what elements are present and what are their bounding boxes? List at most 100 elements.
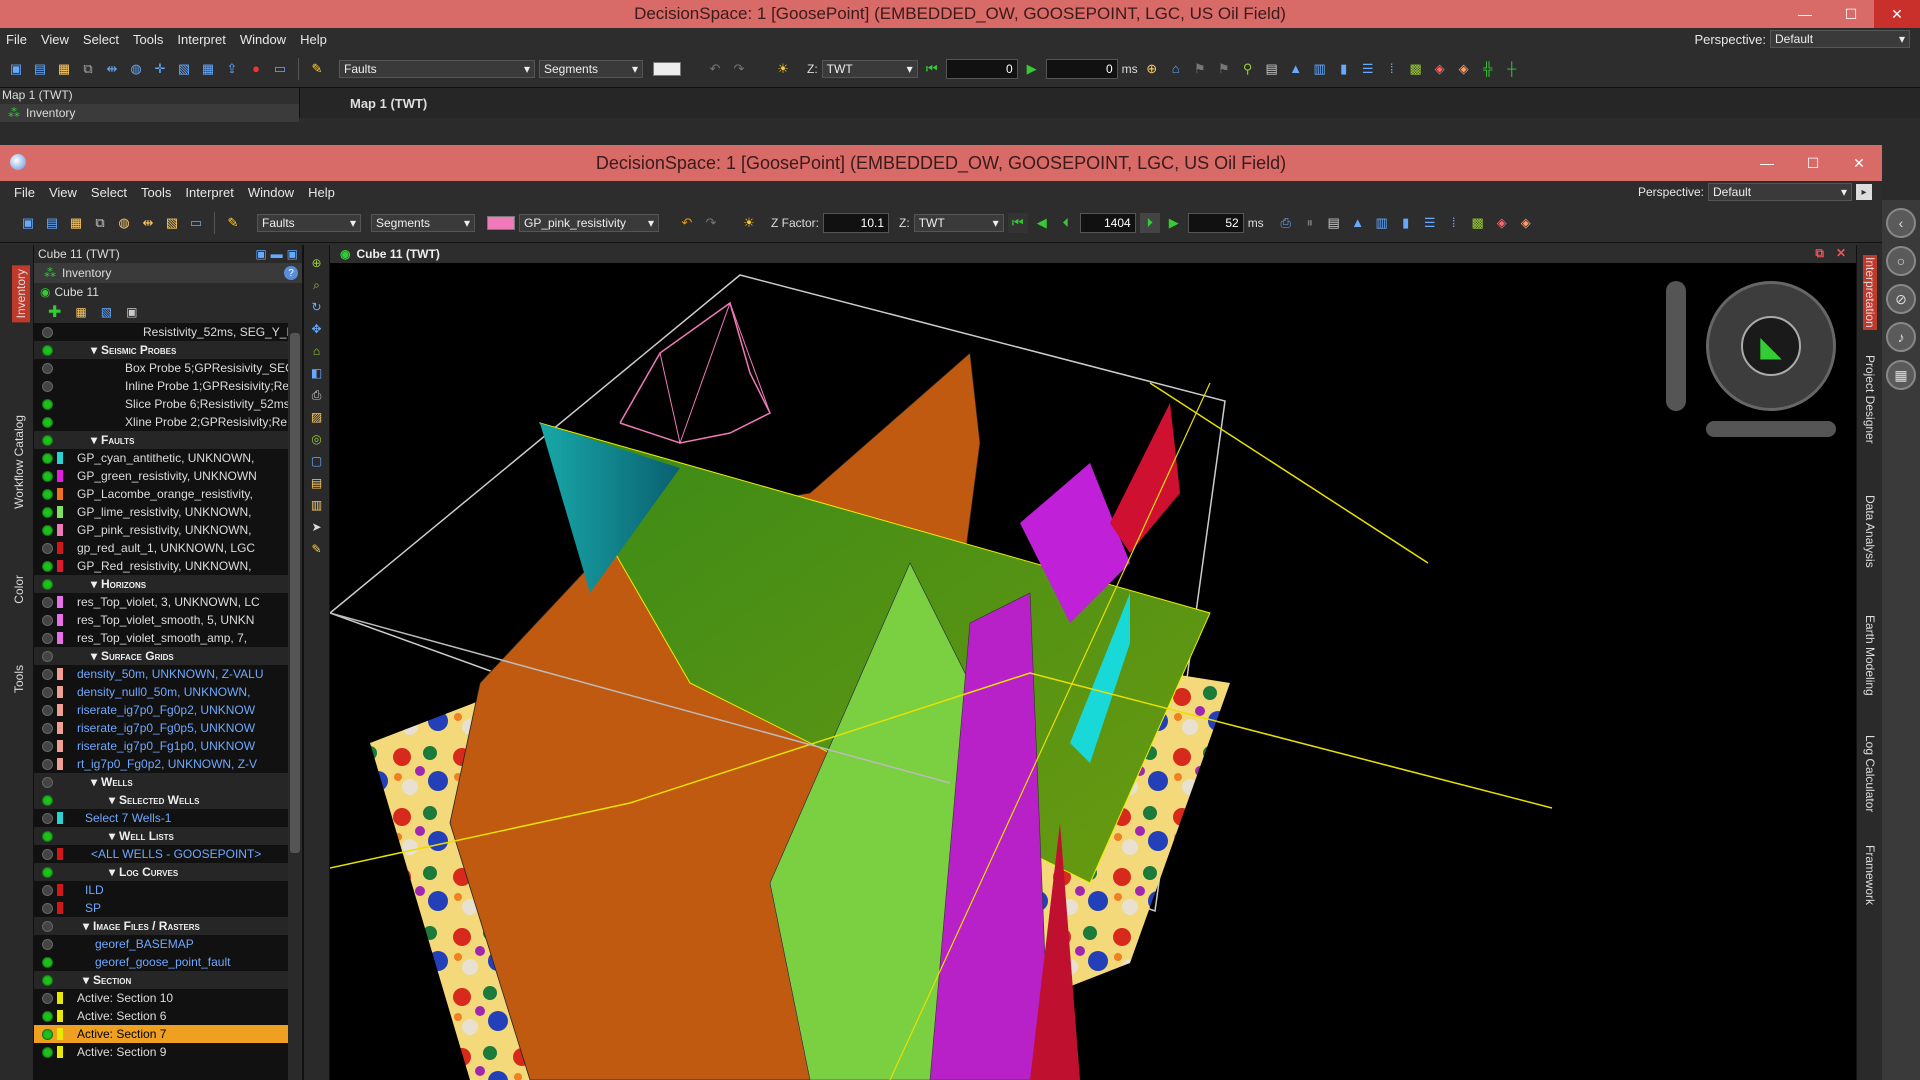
visibility-toggle-icon[interactable] (42, 884, 53, 896)
sun-icon[interactable]: ☀ (739, 213, 759, 233)
export-icon[interactable]: ⇪ (222, 59, 242, 79)
viewer-tab[interactable]: ◉ Cube 11 (TWT) ⧉ ✕ (330, 245, 1856, 263)
monitor-icon[interactable]: ▭ (186, 213, 206, 233)
zoom-icon[interactable]: ⊕ (309, 255, 325, 271)
tree-category[interactable]: ▾ Image Files / Rasters (34, 917, 302, 935)
tree-category[interactable]: ▾ Seismic Probes (34, 341, 302, 359)
visibility-toggle-icon[interactable] (42, 938, 53, 950)
visibility-toggle-icon[interactable] (42, 1046, 53, 1058)
visibility-toggle-icon[interactable] (42, 506, 53, 518)
menu-view[interactable]: View (49, 185, 77, 200)
zfactor-input[interactable]: 10.1 (823, 212, 890, 233)
grid-lines-icon[interactable]: ╬ (1478, 59, 1498, 79)
restore-icon[interactable]: ▣ (287, 247, 298, 261)
bg-menu-tools[interactable]: Tools (133, 32, 163, 47)
palette-icon[interactable]: ◈ (1492, 213, 1512, 233)
step-back-icon[interactable]: ⏴ (1056, 213, 1076, 233)
play-icon[interactable]: ▶ (1022, 59, 1042, 79)
monitor-icon[interactable]: ▭ (270, 59, 290, 79)
visibility-toggle-icon[interactable] (42, 650, 53, 662)
visibility-toggle-icon[interactable] (42, 956, 53, 968)
tree-category[interactable]: ▾ Horizons (34, 575, 302, 593)
expand-chevron-icon[interactable]: ▾ (71, 649, 101, 663)
tree-category[interactable]: ▾ Section (34, 971, 302, 989)
bars-icon[interactable]: ▮ (1334, 59, 1354, 79)
mic-icon[interactable]: ♪ (1886, 322, 1916, 352)
crosshair-icon[interactable]: ✛ (150, 59, 170, 79)
bg-menu-window[interactable]: Window (240, 32, 286, 47)
menu-help[interactable]: Help (308, 185, 335, 200)
tree-item[interactable]: SP (34, 899, 302, 917)
rotate-icon[interactable]: ↻ (309, 299, 325, 315)
zoom-slider[interactable] (1666, 281, 1686, 411)
visibility-toggle-icon[interactable] (42, 488, 53, 500)
bg-map-tab[interactable]: Map 1 (TWT) (300, 88, 1920, 118)
home-icon[interactable]: ⌂ (309, 343, 325, 359)
cube-row[interactable]: ◉ Cube 11 (34, 283, 302, 301)
list-icon[interactable]: ☰ (1358, 59, 1378, 79)
visibility-toggle-icon[interactable] (42, 830, 53, 842)
tree-item[interactable]: ILD (34, 881, 302, 899)
sun-icon[interactable]: ☀ (773, 59, 793, 79)
list-icon[interactable]: ☰ (1420, 213, 1440, 233)
expand-chevron-icon[interactable]: ▾ (71, 775, 101, 789)
doc-icon[interactable]: ▥ (309, 497, 325, 513)
camera-icon[interactable]: ⎙ (1276, 213, 1296, 233)
tree-category[interactable]: ▾ Wells (34, 773, 302, 791)
tree-category[interactable]: ▾ Selected Wells (34, 791, 302, 809)
frame-input[interactable]: 1404 (1079, 212, 1136, 233)
tree-item[interactable]: riserate_ig7p0_Fg1p0, UNKNOW (34, 737, 302, 755)
visibility-toggle-icon[interactable] (42, 848, 53, 860)
tree-item[interactable]: gp_red_ault_1, UNKNOWN, LGC (34, 539, 302, 557)
tree-item[interactable]: riserate_ig7p0_Fg0p5, UNKNOW (34, 719, 302, 737)
triangle-icon[interactable]: ▲ (1286, 59, 1306, 79)
chart-icon[interactable]: ▥ (1310, 59, 1330, 79)
tree-item[interactable]: GP_lime_resistivity, UNKNOWN, (34, 503, 302, 521)
minimize-button[interactable]: — (1782, 0, 1828, 28)
vtab-color[interactable]: Color (12, 575, 26, 604)
menu-interpret[interactable]: Interpret (185, 185, 233, 200)
visibility-toggle-icon[interactable] (42, 596, 53, 608)
visibility-toggle-icon[interactable] (42, 992, 53, 1004)
tree-category[interactable]: ▾ Well Lists (34, 827, 302, 845)
tree-item[interactable]: res_Top_violet_smooth, 5, UNKN (34, 611, 302, 629)
pause-icon[interactable]: ⏸ (1300, 213, 1320, 233)
prev-icon[interactable]: ◀ (1032, 213, 1052, 233)
map-icon[interactable]: ▤ (309, 475, 325, 491)
visibility-toggle-icon[interactable] (42, 398, 53, 410)
bg-menu-file[interactable]: File (6, 32, 27, 47)
tilt-slider[interactable] (1706, 421, 1836, 437)
table-icon[interactable]: ▤ (1262, 59, 1282, 79)
expand-chevron-icon[interactable]: ▾ (71, 919, 93, 933)
image-icon[interactable]: ▨ (309, 409, 325, 425)
visibility-toggle-icon[interactable] (42, 668, 53, 680)
layers-icon[interactable]: ▧ (101, 305, 112, 319)
visibility-toggle-icon[interactable] (42, 578, 53, 590)
visibility-toggle-icon[interactable] (42, 974, 53, 986)
pencil-icon[interactable]: ✎ (307, 59, 327, 79)
axis-icon[interactable]: ┼ (1502, 59, 1522, 79)
tree-item[interactable]: GP_pink_resistivity, UNKNOWN, (34, 521, 302, 539)
menu-window[interactable]: Window (248, 185, 294, 200)
tree-item[interactable]: Active: Section 6 (34, 1007, 302, 1025)
visibility-toggle-icon[interactable] (42, 452, 53, 464)
float-icon[interactable]: ⧉ (1815, 246, 1824, 261)
bg-mode-select[interactable]: Segments ▾ (539, 59, 643, 78)
float-icon[interactable]: ▣ (255, 247, 266, 261)
visibility-toggle-icon[interactable] (42, 524, 53, 536)
tree-category[interactable]: ▾ Surface Grids (34, 647, 302, 665)
tree-category[interactable]: ▾ Faults (34, 431, 302, 449)
mode-select[interactable]: Segments ▾ (371, 213, 475, 232)
undo-icon[interactable]: ↶ (677, 213, 697, 233)
visibility-toggle-icon[interactable] (42, 560, 53, 572)
visibility-toggle-icon[interactable] (42, 902, 53, 914)
window-icon[interactable]: ▣ (126, 305, 137, 319)
ms-input[interactable]: 52 (1187, 212, 1244, 233)
visibility-toggle-icon[interactable] (42, 686, 53, 698)
bg-menu-select[interactable]: Select (83, 32, 119, 47)
measure-icon[interactable]: ⇹ (138, 213, 158, 233)
tree-category[interactable]: ▾ Log Curves (34, 863, 302, 881)
home-icon[interactable]: ⌂ (1166, 59, 1186, 79)
pencil-icon[interactable]: ✎ (309, 541, 325, 557)
box-icon[interactable]: ▢ (309, 453, 325, 469)
